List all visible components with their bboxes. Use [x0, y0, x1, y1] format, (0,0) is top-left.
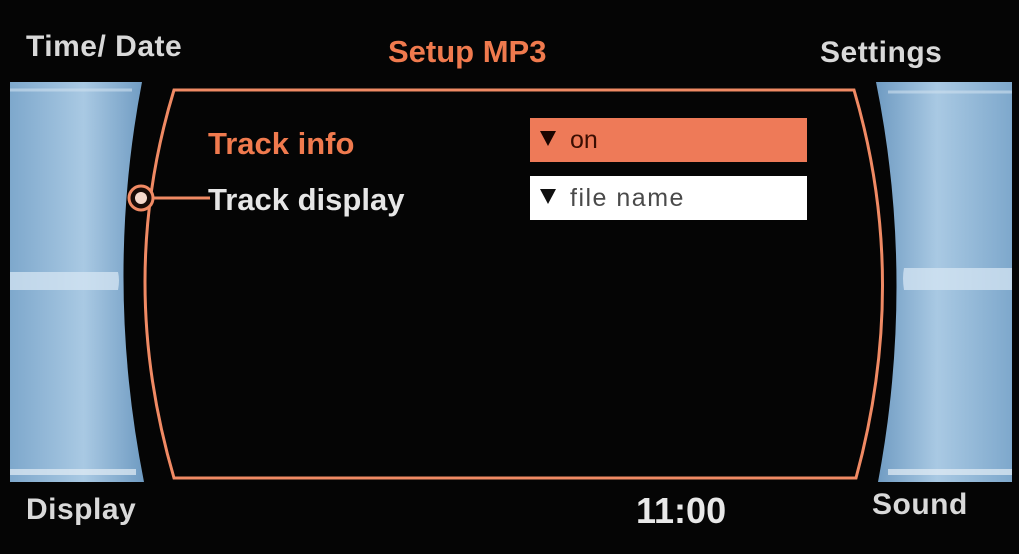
- chevron-down-icon: [540, 188, 556, 204]
- left-side-panel: [10, 82, 144, 482]
- screen-title: Setup MP3: [388, 34, 547, 69]
- right-side-panel: [876, 82, 1012, 482]
- menu-item-track-info[interactable]: Track info: [208, 126, 354, 162]
- softkey-display[interactable]: Display: [26, 493, 136, 527]
- screen-frame: [10, 82, 1012, 482]
- softkey-time-date[interactable]: Time/ Date: [26, 30, 182, 64]
- softkey-settings[interactable]: Settings: [820, 36, 942, 70]
- track-display-value: file name: [570, 183, 685, 212]
- track-info-select[interactable]: on: [530, 118, 807, 162]
- track-info-value: on: [570, 125, 598, 154]
- softkey-sound[interactable]: Sound: [872, 488, 968, 522]
- clock: 11:00: [636, 490, 727, 531]
- menu-item-track-display[interactable]: Track display: [208, 182, 404, 218]
- mmi-screen: Time/ Date Settings Display Sound Setup …: [0, 0, 1019, 554]
- chevron-down-icon: [540, 130, 556, 146]
- track-display-select[interactable]: file name: [530, 176, 807, 220]
- selection-cursor-icon: [127, 184, 210, 212]
